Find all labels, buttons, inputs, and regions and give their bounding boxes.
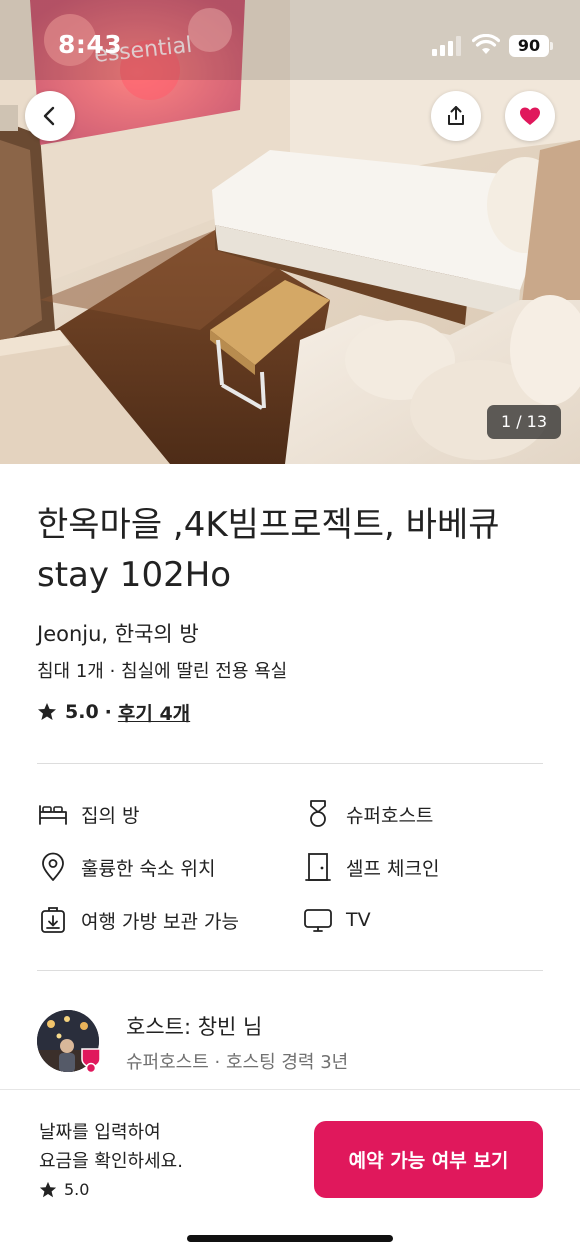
amenity-label: 여행 가방 보관 가능	[81, 910, 239, 933]
amenity-luggage-storage: 여행 가방 보관 가능	[37, 903, 239, 937]
listing-title-line2: stay 102Ho	[37, 555, 232, 595]
heart-icon	[520, 107, 540, 125]
photo-counter: 1 / 13	[487, 405, 561, 439]
chevron-left-icon	[43, 106, 55, 126]
host-meta: 슈퍼호스트 · 호스팅 경력 3년	[126, 1052, 349, 1073]
share-icon	[448, 106, 464, 125]
luggage-icon	[41, 907, 65, 933]
amenity-self-check-in: 셀프 체크인	[302, 850, 439, 884]
amenity-label: 훌륭한 숙소 위치	[81, 857, 216, 880]
room-details: 침대 1개 · 침실에 딸린 전용 욕실	[37, 661, 288, 682]
home-indicator[interactable]	[187, 1235, 393, 1242]
rating-row: 5.0 · 후기 4개	[37, 698, 190, 726]
footer-rating: 5.0	[39, 1180, 89, 1199]
back-button[interactable]	[25, 91, 75, 141]
medal-icon	[310, 800, 326, 827]
footer-rating-value: 5.0	[64, 1180, 90, 1199]
listing-title-line1: 한옥마을 ,4K빔프로젝트, 바베큐	[37, 505, 500, 545]
check-availability-button[interactable]: 예약 가능 여부 보기	[314, 1121, 543, 1198]
price-prompt-line2: 요금을 확인하세요.	[39, 1151, 183, 1172]
amenity-great-location: 훌륭한 숙소 위치	[37, 850, 215, 884]
battery-tip	[550, 42, 553, 50]
tv-icon	[304, 909, 332, 932]
star-icon	[39, 1181, 57, 1197]
amenity-room-in-home: 집의 방	[37, 797, 139, 831]
rating-separator: ·	[104, 701, 112, 723]
share-button[interactable]	[431, 91, 481, 141]
price-prompt[interactable]: 날짜를 입력하여 요금을 확인하세요.	[39, 1118, 279, 1176]
listing-location: Jeonju, 한국의 방	[37, 622, 199, 646]
divider	[37, 970, 543, 971]
star-icon	[38, 703, 56, 720]
amenity-superhost: 슈퍼호스트	[302, 797, 433, 831]
reviews-link[interactable]: 후기 4개	[118, 699, 190, 726]
amenity-tv: TV	[302, 903, 371, 937]
favorite-button[interactable]	[505, 91, 555, 141]
amenity-label: 집의 방	[81, 804, 140, 827]
price-prompt-line1: 날짜를 입력하여	[39, 1122, 161, 1143]
footer-divider	[0, 1089, 580, 1090]
amenity-label: TV	[346, 909, 371, 931]
listing-title: 한옥마을 ,4K빔프로젝트, 바베큐 stay 102Ho	[37, 500, 557, 600]
wifi-icon	[472, 34, 500, 54]
location-pin-icon	[42, 852, 64, 881]
listing-photo[interactable]: essential 8:43 90 1 / 13	[0, 0, 580, 464]
bed-icon	[39, 805, 67, 825]
superhost-badge-icon	[81, 1048, 101, 1073]
status-bar: 8:43 90	[0, 0, 580, 92]
amenity-label: 셀프 체크인	[346, 857, 440, 880]
battery-indicator: 90	[509, 35, 549, 57]
rating-value: 5.0	[65, 701, 99, 723]
status-time: 8:43	[58, 30, 123, 59]
cellular-signal-icon	[432, 36, 461, 56]
host-name: 호스트: 창빈 님	[126, 1015, 263, 1039]
divider	[37, 763, 543, 764]
door-icon	[305, 853, 331, 881]
amenity-label: 슈퍼호스트	[346, 804, 434, 827]
